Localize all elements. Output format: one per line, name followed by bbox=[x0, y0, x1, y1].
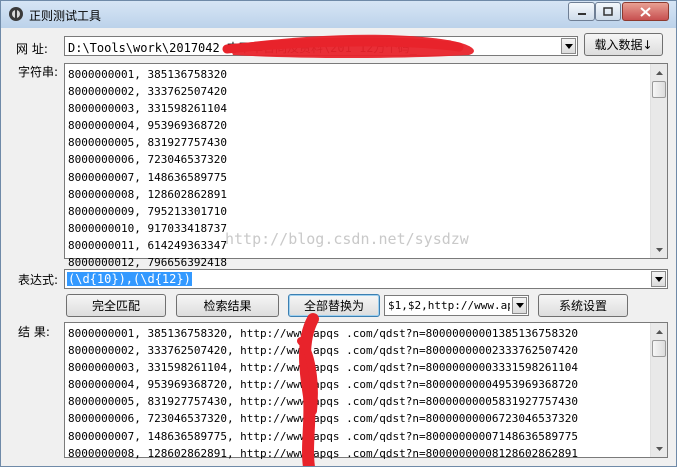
replace-dropdown-button[interactable] bbox=[512, 297, 527, 314]
result-line: 8000000001, 385136758320, http://www.apq… bbox=[68, 327, 578, 340]
source-lines: 8000000001, 385136758320 8000000002, 333… bbox=[68, 66, 649, 271]
result-label: 结 果: bbox=[18, 325, 50, 339]
result-line: 8000000002, 333762507420, http://www.apq… bbox=[68, 344, 578, 358]
source-line: 8000000003, 331598261104 bbox=[68, 102, 227, 116]
result-line: 8000000006, 723046537320, http://www.apq… bbox=[68, 412, 578, 426]
scroll-thumb[interactable] bbox=[652, 340, 666, 357]
source-line: 8000000008, 128602862891 bbox=[68, 187, 227, 201]
result-line: 8000000004, 953969368720, http://www.apq… bbox=[68, 378, 578, 392]
result-scrollbar[interactable] bbox=[650, 323, 667, 457]
expression-combobox[interactable]: (\d{10}),(\d{12}) bbox=[64, 269, 668, 289]
scroll-thumb[interactable] bbox=[652, 81, 666, 98]
minimize-icon bbox=[577, 12, 586, 15]
expression-value: (\d{10}),(\d{12}) bbox=[67, 272, 192, 286]
replace-all-button[interactable]: 全部替换为 bbox=[288, 294, 380, 317]
source-line: 8000000011, 614249363347 bbox=[68, 238, 227, 252]
full-match-button[interactable]: 完全匹配 bbox=[66, 294, 166, 317]
source-line: 8000000006, 723046537320 bbox=[68, 153, 227, 167]
result-lines: 8000000001, 385136758320, http://www.apq… bbox=[68, 325, 649, 462]
source-line: 8000000010, 917033418737 bbox=[68, 221, 227, 235]
source-line: 8000000004, 953969368720 bbox=[68, 119, 227, 133]
source-textarea[interactable]: 8000000001, 385136758320 8000000002, 333… bbox=[64, 63, 668, 269]
result-line: 8000000008, 128602862891, http://www.apq… bbox=[68, 446, 578, 460]
window-title: 正则测试工具 bbox=[29, 9, 102, 23]
load-data-button[interactable]: 载入数据↓ bbox=[584, 33, 663, 56]
chevron-down-icon bbox=[564, 43, 573, 49]
app-window: 正则测试工具 网 址: D:\Tools\work\2017042 志下单合同及… bbox=[0, 0, 677, 467]
chevron-up-icon bbox=[655, 329, 663, 334]
source-line: 8000000007, 148636589775 bbox=[68, 170, 227, 184]
app-logo-icon bbox=[9, 7, 23, 21]
expression-dropdown-button[interactable] bbox=[651, 271, 666, 287]
result-line: 8000000003, 331598261104, http://www.apq… bbox=[68, 361, 578, 375]
search-results-button[interactable]: 检索结果 bbox=[176, 294, 279, 317]
maximize-icon bbox=[603, 7, 613, 16]
url-value: D:\Tools\work\2017042 志下单合同及资料\201 12万个码… bbox=[68, 41, 417, 55]
source-line: 8000000001, 385136758320 bbox=[68, 68, 227, 81]
chevron-down-icon bbox=[654, 276, 663, 282]
client-area: 网 址: D:\Tools\work\2017042 志下单合同及资料\201 … bbox=[8, 29, 669, 461]
result-line: 8000000007, 148636589775, http://www.apq… bbox=[68, 429, 578, 443]
result-line: 8000000005, 831927757430, http://www.apq… bbox=[68, 395, 578, 409]
url-dropdown-button[interactable] bbox=[561, 38, 576, 54]
source-scrollbar[interactable] bbox=[650, 64, 667, 258]
close-button[interactable] bbox=[622, 2, 669, 21]
minimize-button[interactable] bbox=[568, 2, 595, 21]
source-line: 8000000002, 333762507420 bbox=[68, 85, 227, 99]
close-icon bbox=[640, 6, 651, 17]
source-label: 字符串: bbox=[18, 65, 59, 79]
title-bar[interactable]: 正则测试工具 bbox=[1, 1, 676, 28]
scroll-down-button[interactable] bbox=[651, 241, 667, 258]
system-settings-button[interactable]: 系统设置 bbox=[538, 294, 628, 317]
scroll-up-button[interactable] bbox=[651, 323, 667, 340]
url-label: 网 址: bbox=[16, 42, 48, 56]
result-textarea[interactable]: 8000000001, 385136758320, http://www.apq… bbox=[64, 322, 668, 460]
expression-label: 表达式: bbox=[18, 273, 59, 287]
maximize-button[interactable] bbox=[595, 2, 621, 21]
chevron-down-icon bbox=[655, 446, 663, 451]
scroll-down-button[interactable] bbox=[651, 440, 667, 457]
source-line: 8000000005, 831927757430 bbox=[68, 136, 227, 150]
scroll-up-button[interactable] bbox=[651, 64, 667, 81]
replace-value: $1,$2,http://www.apqs bbox=[388, 299, 510, 312]
chevron-up-icon bbox=[655, 70, 663, 75]
chevron-down-icon bbox=[655, 247, 663, 252]
url-combobox[interactable]: D:\Tools\work\2017042 志下单合同及资料\201 12万个码… bbox=[64, 36, 578, 56]
chevron-down-icon bbox=[515, 303, 524, 308]
source-line: 8000000009, 795213301710 bbox=[68, 204, 227, 218]
replace-combobox[interactable]: $1,$2,http://www.apqs bbox=[384, 295, 529, 316]
